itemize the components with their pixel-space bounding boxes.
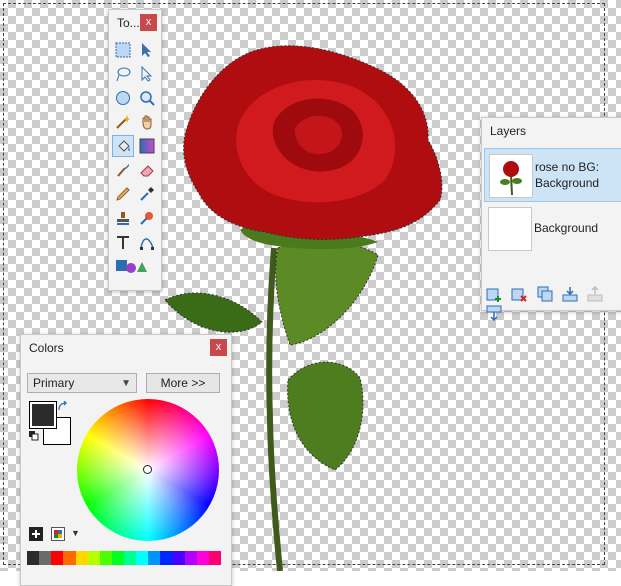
palette-swatch[interactable] — [160, 551, 173, 565]
move-selected-icon[interactable] — [136, 63, 158, 85]
palette-swatch[interactable] — [148, 551, 161, 565]
close-icon[interactable]: x — [140, 14, 157, 31]
layer-row-background[interactable]: Background — [484, 202, 621, 256]
duplicate-layer-icon[interactable] — [537, 286, 553, 302]
reset-colors-icon[interactable] — [29, 431, 39, 441]
color-wheel-marker[interactable] — [143, 465, 152, 474]
delete-layer-icon[interactable] — [511, 286, 528, 302]
chevron-down-icon: ▼ — [121, 378, 131, 389]
layer-name-background: Background — [534, 221, 599, 235]
rose-leaf-top — [275, 240, 379, 346]
recolor-icon[interactable] — [136, 207, 158, 229]
move-layer-up-icon[interactable] — [587, 285, 603, 302]
tools-panel-title[interactable]: To... x — [109, 10, 161, 36]
swap-colors-icon[interactable] — [57, 401, 69, 413]
zoom-icon[interactable] — [136, 87, 158, 109]
text-icon[interactable] — [112, 231, 134, 253]
palette-swatch[interactable] — [87, 551, 100, 565]
layer-thumbnail-background — [488, 207, 532, 251]
palette-swatch[interactable] — [124, 551, 137, 565]
colors-panel-title[interactable]: Colors x — [21, 335, 231, 361]
palette-swatch[interactable] — [75, 551, 88, 565]
layers-panel-title[interactable]: Layers — [482, 118, 621, 144]
palette-swatch[interactable] — [27, 551, 40, 565]
tools-panel: To... x — [108, 9, 162, 291]
layers-panel: Layers rose no BG: Background Background — [481, 117, 621, 322]
tools-panel-title-text: To... — [117, 16, 140, 30]
palette-swatch[interactable] — [184, 551, 197, 565]
tool-grid — [111, 38, 159, 278]
color-palette — [27, 551, 221, 565]
layer-row-rose[interactable]: rose no BG: Background — [484, 148, 621, 202]
color-mode-value: Primary — [33, 376, 75, 390]
close-icon[interactable]: x — [210, 339, 227, 356]
palette-swatch[interactable] — [63, 551, 76, 565]
pencil-icon[interactable] — [112, 183, 134, 205]
magic-wand-icon[interactable] — [112, 111, 134, 133]
gradient-icon[interactable] — [136, 135, 158, 157]
move-layer-down-icon[interactable] — [486, 305, 502, 322]
paintbrush-icon[interactable] — [112, 159, 134, 181]
rose-leaf-left — [164, 292, 263, 333]
layer-thumbnail-rose — [489, 154, 533, 198]
layer-name-line2: Background — [535, 176, 600, 190]
pan-icon[interactable] — [136, 111, 158, 133]
palette-swatch[interactable] — [39, 551, 52, 565]
layers-toolbar — [486, 285, 621, 322]
shapes-icon[interactable] — [112, 255, 158, 277]
colors-panel: Colors x Primary ▼ More >> ▼ — [20, 334, 232, 586]
lasso-select-icon[interactable] — [112, 63, 134, 85]
clone-stamp-icon[interactable] — [112, 207, 134, 229]
palette-swatch[interactable] — [208, 551, 221, 565]
palette-swatch[interactable] — [111, 551, 124, 565]
ellipse-select-icon[interactable] — [112, 87, 134, 109]
palette-swatch[interactable] — [99, 551, 112, 565]
palette-swatch[interactable] — [196, 551, 209, 565]
more-button[interactable]: More >> — [146, 373, 220, 393]
palette-swatch[interactable] — [136, 551, 149, 565]
layer-name-line1: rose no BG: — [535, 160, 600, 174]
color-mode-dropdown[interactable]: Primary ▼ — [27, 373, 137, 393]
add-palette-color-icon[interactable] — [29, 527, 43, 541]
line-curve-icon[interactable] — [136, 231, 158, 253]
rectangle-select-icon[interactable] — [112, 39, 134, 61]
palette-menu-icon[interactable] — [51, 527, 65, 541]
palette-dropdown-icon[interactable]: ▼ — [71, 528, 80, 538]
rose-leaf-bottom — [287, 361, 364, 471]
colors-panel-title-text: Colors — [29, 341, 64, 355]
eraser-icon[interactable] — [136, 159, 158, 181]
paint-bucket-icon[interactable] — [112, 135, 134, 157]
palette-swatch[interactable] — [172, 551, 185, 565]
primary-color-swatch[interactable] — [29, 401, 57, 429]
move-selection-icon[interactable] — [136, 39, 158, 61]
layers-panel-title-text: Layers — [490, 124, 527, 138]
color-picker-icon[interactable] — [136, 183, 158, 205]
add-layer-icon[interactable] — [486, 286, 502, 302]
merge-layer-down-icon[interactable] — [562, 286, 578, 302]
palette-swatch[interactable] — [51, 551, 64, 565]
